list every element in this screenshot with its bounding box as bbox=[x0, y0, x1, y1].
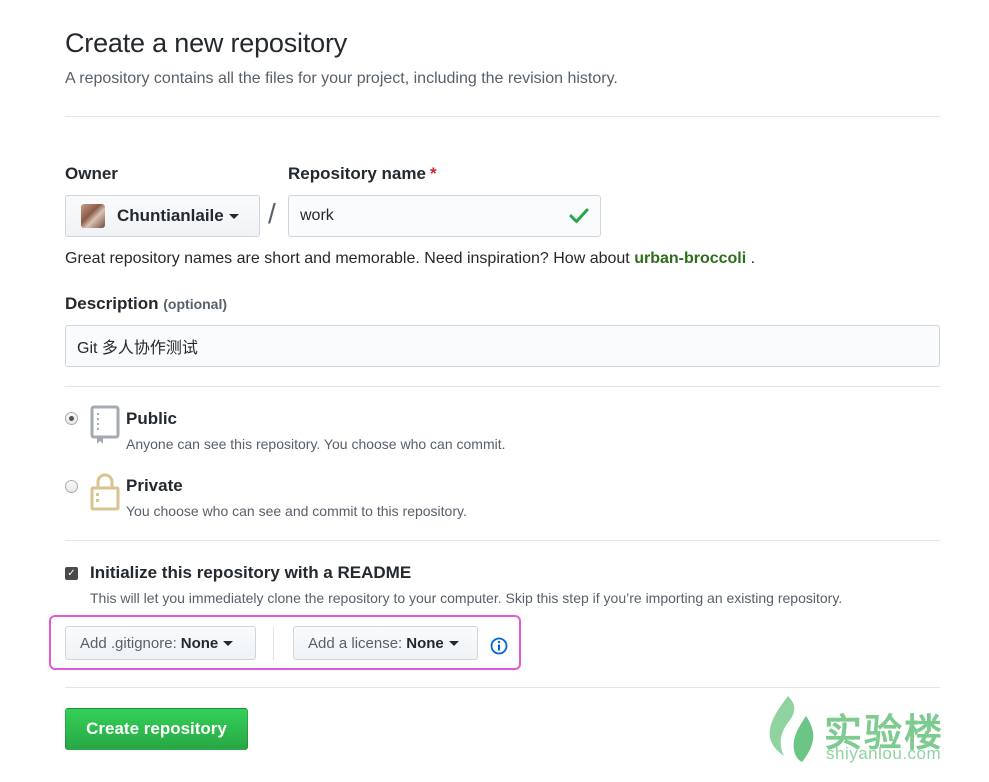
private-radio[interactable] bbox=[65, 480, 78, 493]
chevron-down-icon bbox=[228, 213, 239, 219]
repo-name-label: Repository name * bbox=[288, 164, 437, 184]
visibility-divider-top bbox=[65, 386, 940, 387]
optional-tag: (optional) bbox=[163, 296, 228, 312]
submit-divider bbox=[65, 687, 940, 688]
public-option-title: Public bbox=[126, 409, 178, 428]
public-radio[interactable] bbox=[65, 412, 78, 425]
visibility-divider-bottom bbox=[65, 540, 940, 541]
check-icon bbox=[569, 208, 589, 223]
info-icon[interactable] bbox=[490, 637, 508, 655]
page-title: Create a new repository bbox=[65, 28, 348, 58]
repo-name-label-text: Repository name bbox=[288, 164, 426, 183]
chevron-down-icon bbox=[223, 640, 234, 646]
description-value: Git 多人协作测试 bbox=[77, 340, 198, 357]
chevron-down-icon bbox=[448, 640, 459, 646]
license-dropdown[interactable]: Add a license: None bbox=[293, 626, 478, 660]
gitignore-value: None bbox=[180, 634, 219, 652]
owner-label: Owner bbox=[65, 164, 118, 183]
required-mark: * bbox=[429, 164, 437, 183]
create-repository-button[interactable]: Create repository bbox=[65, 708, 248, 750]
readme-checkbox[interactable]: ✓ bbox=[65, 567, 78, 580]
private-option-title: Private bbox=[126, 476, 183, 495]
owner-dropdown[interactable]: Chuntianlaile bbox=[65, 195, 260, 237]
name-hint-suffix: . bbox=[750, 250, 756, 267]
header-divider bbox=[65, 116, 940, 117]
owner-name: Chuntianlaile bbox=[117, 206, 224, 225]
private-option-desc: You choose who can see and commit to thi… bbox=[126, 503, 467, 519]
owner-avatar bbox=[81, 204, 105, 228]
watermark-site: shiyanlou.com bbox=[826, 744, 942, 763]
license-value: None bbox=[406, 634, 444, 652]
page-subtitle: A repository contains all the files for … bbox=[65, 70, 618, 87]
readme-desc: This will let you immediately clone the … bbox=[90, 590, 843, 606]
owner-repo-separator: / bbox=[268, 198, 276, 229]
shiyanlou-logo-icon bbox=[769, 696, 814, 762]
suggested-name-link[interactable]: urban-broccoli bbox=[634, 250, 746, 267]
readme-label: Initialize this repository with a README bbox=[90, 563, 412, 582]
description-input[interactable]: Git 多人协作测试 bbox=[65, 325, 940, 367]
lock-icon bbox=[90, 473, 120, 511]
gitignore-label: Add .gitignore: bbox=[80, 634, 177, 652]
repo-name-value: work bbox=[300, 207, 334, 224]
name-hint: Great repository names are short and mem… bbox=[65, 250, 755, 268]
description-label-text: Description bbox=[65, 294, 159, 313]
license-label: Add a license: bbox=[308, 634, 403, 652]
name-hint-text: Great repository names are short and mem… bbox=[65, 250, 630, 267]
public-option-desc: Anyone can see this repository. You choo… bbox=[126, 436, 506, 452]
gitignore-dropdown[interactable]: Add .gitignore: None bbox=[65, 626, 256, 660]
dropdown-divider bbox=[273, 626, 274, 660]
repo-book-icon bbox=[90, 405, 120, 444]
repo-name-input[interactable]: work bbox=[288, 195, 601, 237]
description-label: Description (optional) bbox=[65, 294, 227, 314]
